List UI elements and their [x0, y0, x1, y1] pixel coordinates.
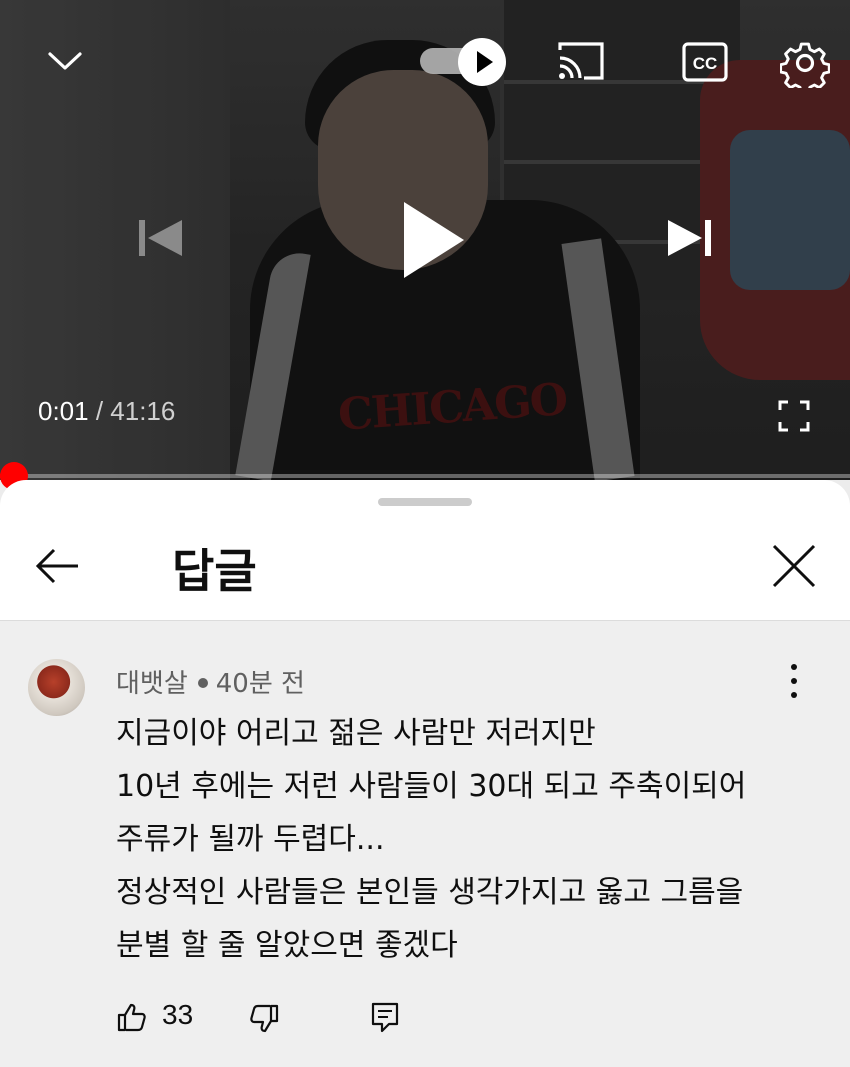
comment-line: 분별 할 줄 알았으면 좋겠다 — [116, 928, 458, 963]
like-count: 33 — [162, 999, 194, 1030]
play-icon[interactable] — [398, 198, 468, 282]
comment-thread: 대뱃살 40분 전 지금이야 어리고 젊은 사람만 저러지만 10년 후에는 저런… — [0, 621, 850, 1067]
comment-line: 주류가 될까 두렵다... — [116, 822, 385, 857]
comment-line: 10년 후에는 저런 사람들이 30대 되고 주축이되어 — [116, 769, 747, 804]
duration: 41:16 — [110, 396, 176, 426]
svg-text:CC: CC — [693, 54, 718, 73]
comment-actions: 33 — [116, 999, 436, 1043]
captions-icon[interactable]: CC — [682, 42, 728, 82]
avatar[interactable] — [28, 659, 85, 716]
next-icon[interactable] — [666, 214, 714, 262]
chevron-down-icon[interactable] — [46, 46, 84, 76]
sheet-header: 답글 — [0, 480, 850, 620]
comment-time: 40분 전 — [215, 669, 305, 699]
settings-icon[interactable] — [780, 38, 830, 88]
video-player[interactable]: CHICAGO CC 0:01 / 41:16 — [0, 0, 850, 480]
time-display: 0:01 / 41:16 — [38, 396, 175, 427]
comment-line: 정상적인 사람들은 본인들 생각가지고 옳고 그름을 — [116, 875, 744, 910]
meta-dot — [197, 677, 208, 688]
arrow-left-icon[interactable] — [30, 538, 86, 594]
comment-line: 지금이야 어리고 젊은 사람만 저러지만 — [116, 716, 596, 751]
sheet-title: 답글 — [172, 544, 257, 598]
current-time: 0:01 — [38, 396, 89, 426]
cast-icon[interactable] — [556, 40, 606, 82]
thumbs-up-icon[interactable] — [116, 1001, 148, 1033]
autoplay-play-icon — [458, 38, 506, 86]
previous-icon[interactable] — [136, 214, 184, 262]
progress-bar[interactable] — [0, 474, 850, 478]
reply-icon[interactable] — [370, 1001, 400, 1033]
replies-sheet: 답글 대뱃살 40분 전 지금이야 어리고 젊은 사람만 저러지만 10년 후에는… — [0, 480, 850, 1067]
comment-body: 지금이야 어리고 젊은 사람만 저러지만 10년 후에는 저런 사람들이 30대… — [116, 707, 836, 972]
close-icon[interactable] — [766, 538, 822, 594]
thumbs-down-icon[interactable] — [248, 1003, 280, 1035]
comment-author[interactable]: 대뱃살 — [116, 669, 188, 699]
time-separator: / — [88, 396, 111, 426]
more-vert-icon[interactable] — [774, 661, 814, 701]
fullscreen-icon[interactable] — [778, 400, 810, 432]
comment-meta: 대뱃살 40분 전 — [116, 663, 305, 700]
autoplay-toggle[interactable] — [420, 38, 506, 86]
